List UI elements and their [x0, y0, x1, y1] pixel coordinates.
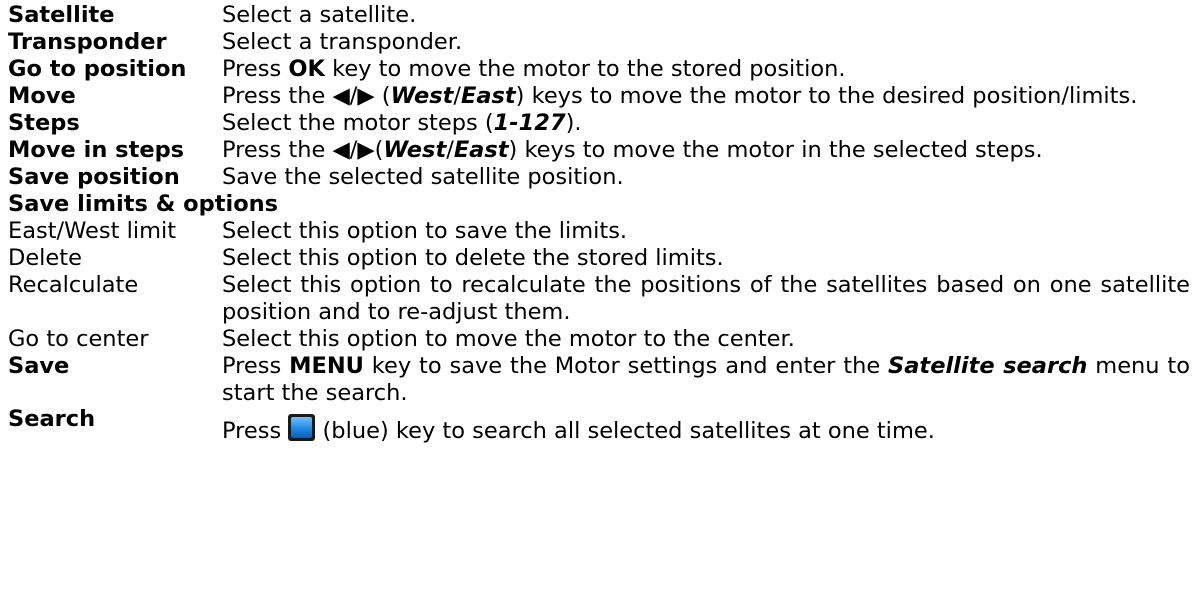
desc-recalculate: Select this option to recalculate the po… — [222, 272, 1190, 325]
term-delete: Delete — [8, 245, 82, 271]
steps-range: 1-127 — [493, 110, 566, 136]
desc-text: key to save the Motor settings and enter… — [363, 353, 889, 379]
option-go-to-center: Go to center Select this option to move … — [8, 326, 1202, 353]
desc-go-to-center: Select this option to move the motor to … — [222, 326, 795, 352]
west-label: West — [383, 137, 447, 163]
desc-text: Press — [222, 418, 289, 444]
manual-page: Satellite Select a satellite. Transponde… — [0, 0, 1202, 599]
slash: / — [446, 137, 454, 163]
term-save: Save — [8, 353, 70, 379]
desc-text: Press the ◀/▶( — [222, 137, 384, 163]
desc-transponder: Select a transponder. — [222, 29, 463, 55]
option-recalculate: Recalculate Select this option to recalc… — [8, 272, 1202, 326]
entry-steps: Steps Select the motor steps (1-127). — [8, 110, 1202, 137]
entry-go-to-position: Go to position Press OK key to move the … — [8, 56, 1202, 83]
term-search: Search — [8, 406, 96, 432]
desc-east-west-limit: Select this option to save the limits. — [222, 218, 628, 244]
desc-delete: Select this option to delete the stored … — [222, 245, 724, 271]
option-east-west-limit: East/West limit Select this option to sa… — [8, 218, 1202, 245]
entry-search: Search Press (blue) key to search all se… — [8, 406, 1202, 448]
desc-text: Press the ◀/▶ ( — [222, 83, 391, 109]
east-label: East — [453, 137, 509, 163]
desc-satellite: Select a satellite. — [222, 2, 417, 28]
term-recalculate: Recalculate — [8, 272, 139, 298]
desc-text: (blue) key to search all selected satell… — [315, 418, 935, 444]
entry-save-position: Save position Save the selected satellit… — [8, 164, 1202, 191]
term-go-to-position: Go to position — [8, 56, 187, 82]
satellite-search-menu-label: Satellite search — [888, 353, 1088, 379]
slash: / — [453, 83, 461, 109]
desc-save: Press MENU key to save the Motor setting… — [222, 353, 1190, 407]
desc-text: Press — [222, 56, 289, 82]
term-steps: Steps — [8, 110, 80, 136]
desc-search: Press (blue) key to search all selected … — [222, 410, 1190, 448]
desc-text: ) keys to move the motor in the selected… — [508, 137, 1043, 163]
entry-save: Save Press MENU key to save the Motor se… — [8, 353, 1202, 407]
west-label: West — [390, 83, 454, 109]
term-east-west-limit: East/West limit — [8, 218, 177, 244]
desc-move-in-steps: Press the ◀/▶(West/East) keys to move th… — [222, 137, 1190, 164]
term-move: Move — [8, 83, 76, 109]
desc-text: ). — [565, 110, 582, 136]
term-go-to-center: Go to center — [8, 326, 149, 352]
entry-move-in-steps: Move in steps Press the ◀/▶(West/East) k… — [8, 137, 1202, 164]
desc-text: Select the motor steps ( — [222, 110, 494, 136]
desc-text: Press — [222, 353, 290, 379]
desc-save-position: Save the selected satellite position. — [222, 164, 624, 190]
blue-key-face — [291, 417, 313, 438]
desc-go-to-position: Press OK key to move the motor to the st… — [222, 56, 1190, 83]
entry-transponder: Transponder Select a transponder. — [8, 29, 1202, 56]
blue-key-icon — [288, 414, 316, 441]
ok-key-label: OK — [288, 56, 325, 82]
menu-key-label: MENU — [289, 353, 364, 379]
east-label: East — [460, 83, 516, 109]
term-move-in-steps: Move in steps — [8, 137, 185, 163]
term-save-position: Save position — [8, 164, 180, 190]
entry-move: Move Press the ◀/▶ (West/East) keys to m… — [8, 83, 1202, 110]
entry-satellite: Satellite Select a satellite. — [8, 2, 1202, 29]
term-transponder: Transponder — [8, 29, 167, 55]
section-heading-save-limits: Save limits & options — [8, 191, 279, 217]
option-delete: Delete Select this option to delete the … — [8, 245, 1202, 272]
desc-move: Press the ◀/▶ (West/East) keys to move t… — [222, 83, 1190, 110]
desc-text: key to move the motor to the stored posi… — [324, 56, 846, 82]
desc-text: ) keys to move the motor to the desired … — [515, 83, 1138, 109]
term-satellite: Satellite — [8, 2, 115, 28]
desc-steps: Select the motor steps (1-127). — [222, 110, 1190, 137]
